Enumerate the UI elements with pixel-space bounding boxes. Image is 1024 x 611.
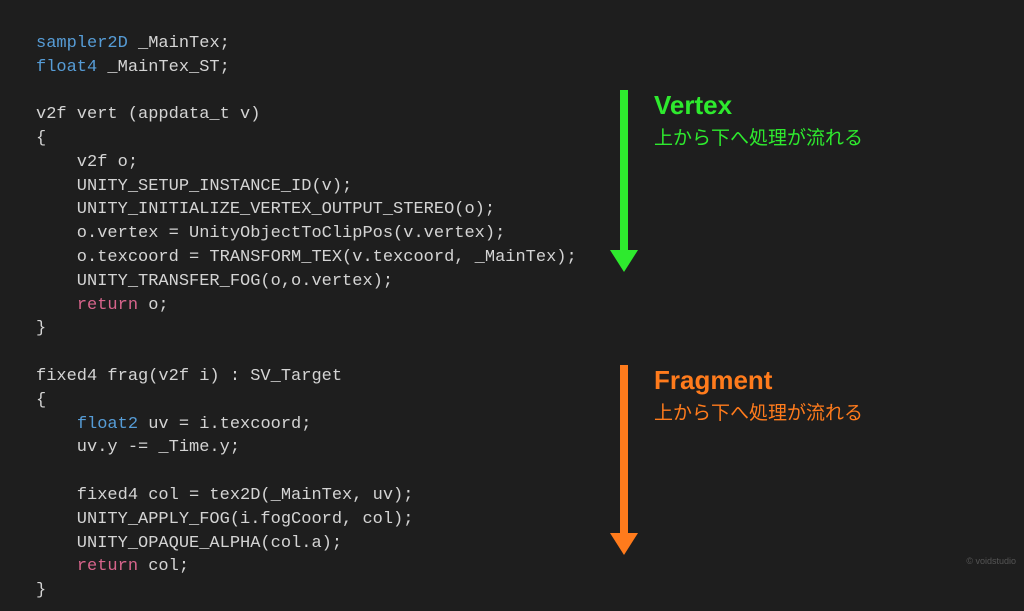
code-text [36, 557, 77, 576]
code-text: uv = i.texcoord; [138, 415, 311, 434]
code-text: o; [138, 296, 169, 315]
arrow-down-icon [612, 365, 636, 555]
code-text: UNITY_INITIALIZE_VERTEX_OUTPUT_STEREO(o)… [36, 200, 495, 219]
annotation-fragment: Fragment 上から下へ処理が流れる [612, 365, 863, 555]
code-text: } [36, 319, 46, 338]
watermark: © voidstudio [966, 556, 1016, 566]
code-text: _MainTex; [128, 34, 230, 53]
code-keyword-type: float2 [77, 415, 138, 434]
code-text [36, 415, 77, 434]
annotation-label-group: Fragment 上から下へ処理が流れる [654, 365, 863, 425]
annotation-subtitle: 上から下へ処理が流れる [654, 398, 863, 425]
code-text: fixed4 frag(v2f i) : SV_Target [36, 367, 342, 386]
code-text: _MainTex_ST; [97, 58, 230, 77]
code-text: UNITY_APPLY_FOG(i.fogCoord, col); [36, 510, 413, 529]
annotation-label-group: Vertex 上から下へ処理が流れる [654, 90, 863, 150]
code-keyword-return: return [77, 557, 138, 576]
code-text: o.texcoord = TRANSFORM_TEX(v.texcoord, _… [36, 248, 577, 267]
code-text: UNITY_OPAQUE_ALPHA(col.a); [36, 534, 342, 553]
code-text: UNITY_SETUP_INSTANCE_ID(v); [36, 177, 352, 196]
code-text: { [36, 391, 46, 410]
code-text: o.vertex = UnityObjectToClipPos(v.vertex… [36, 224, 505, 243]
code-text: fixed4 col = tex2D(_MainTex, uv); [36, 486, 413, 505]
code-text: col; [138, 557, 189, 576]
code-text: { [36, 129, 46, 148]
annotation-title: Fragment [654, 365, 863, 396]
annotation-title: Vertex [654, 90, 863, 121]
code-text: } [36, 581, 46, 600]
code-keyword-type: float4 [36, 58, 97, 77]
code-text: v2f vert (appdata_t v) [36, 105, 260, 124]
code-text: UNITY_TRANSFER_FOG(o,o.vertex); [36, 272, 393, 291]
code-text: uv.y -= _Time.y; [36, 438, 240, 457]
arrow-down-icon [612, 90, 636, 272]
annotation-vertex: Vertex 上から下へ処理が流れる [612, 90, 863, 272]
code-text [36, 296, 77, 315]
code-text: v2f o; [36, 153, 138, 172]
code-block: sampler2D _MainTex; float4 _MainTex_ST; … [0, 0, 1024, 611]
code-keyword-type: sampler2D [36, 34, 128, 53]
code-keyword-return: return [77, 296, 138, 315]
annotation-subtitle: 上から下へ処理が流れる [654, 123, 863, 150]
